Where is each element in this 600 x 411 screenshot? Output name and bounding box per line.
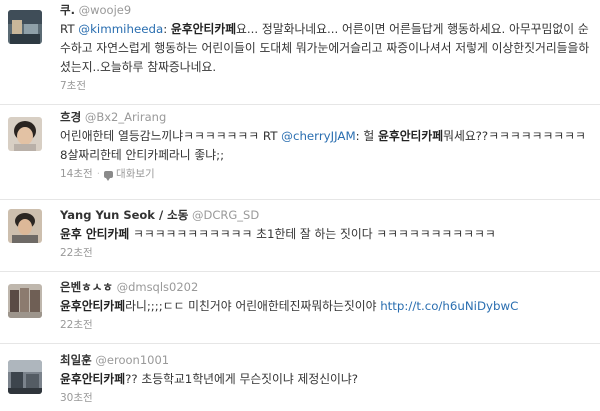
avatar[interactable] (8, 10, 42, 44)
tweet-text: RT @kimmiheeda: 윤후안티카페요... 정말화나네요... 어른이… (60, 20, 592, 77)
user-name[interactable]: 흐경 (60, 110, 81, 124)
avatar[interactable] (8, 360, 42, 394)
user-handle[interactable]: @Bx2_Arirang (85, 110, 166, 124)
tweet-header: Yang Yun Seok / 소동 @DCRG_SD (60, 207, 592, 223)
tweet[interactable]: Yang Yun Seok / 소동 @DCRG_SD 윤후 안티카페 ㅋㅋㅋㅋ… (0, 200, 600, 272)
tweet-meta: 7초전 (60, 79, 592, 93)
keyword-highlight: 윤후 안티카페 (60, 227, 130, 241)
avatar[interactable] (8, 209, 42, 243)
speech-bubble-icon (104, 171, 114, 181)
tweet[interactable]: 최일훈 @eroon1001 윤후안티카페?? 초등학교1학년에게 무슨짓이냐 … (0, 344, 600, 411)
keyword-highlight: 윤후안티카페 (170, 22, 237, 36)
tweet-header: 쿠. @wooje9 (60, 2, 592, 18)
user-name[interactable]: Yang Yun Seok / 소동 (60, 208, 188, 222)
tweet-text-prefix: RT (60, 22, 79, 36)
tweet[interactable]: 쿠. @wooje9 RT @kimmiheeda: 윤후안티카페요... 정말… (0, 0, 600, 105)
user-handle[interactable]: @dmsqls0202 (117, 280, 199, 294)
keyword-highlight: 윤후안티카페 (60, 372, 126, 386)
tweet-text-sep: : (163, 22, 171, 36)
mention-link[interactable]: @kimmiheeda (78, 22, 163, 36)
tweet[interactable]: 은벤ㅎㅅㅎ @dmsqls0202 윤후안티카페라니;;;;ㄷㄷ 미친거야 어린… (0, 272, 600, 344)
user-handle[interactable]: @DCRG_SD (192, 208, 259, 222)
tweet-text-rest: ㅋㅋㅋㅋㅋㅋㅋㅋㅋㅋㅋ 초1한테 잘 하는 짓이다 ㅋㅋㅋㅋㅋㅋㅋㅋㅋㅋㅋ (129, 227, 496, 241)
url-link[interactable]: http://t.co/h6uNiDybwC (380, 299, 518, 313)
tweet-header: 최일훈 @eroon1001 (60, 352, 592, 368)
tweet[interactable]: 흐경 @Bx2_Arirang 어린애한테 열등감느끼냐ㅋㅋㅋㅋㅋㅋㅋ RT @… (0, 105, 600, 200)
tweet-text-rest: ?? 초등학교1학년에게 무슨짓이냐 제정신이냐? (125, 372, 359, 386)
tweet-text: 윤후안티카페라니;;;;ㄷㄷ 미친거야 어린애한테진짜뭐하는짓이야 http:/… (60, 297, 592, 316)
tweet-meta: 22초전 (60, 246, 592, 260)
meta-separator: · (96, 168, 101, 180)
tweet-header: 은벤ㅎㅅㅎ @dmsqls0202 (60, 279, 592, 295)
tweet-text-prefix: 어린애한테 열등감느끼냐ㅋㅋㅋㅋㅋㅋㅋ RT (60, 129, 282, 143)
timestamp[interactable]: 22초전 (60, 247, 93, 259)
user-handle[interactable]: @eroon1001 (95, 353, 169, 367)
timestamp[interactable]: 30초전 (60, 392, 93, 404)
avatar[interactable] (8, 284, 42, 318)
keyword-highlight: 윤후안티카페 (60, 299, 126, 313)
tweet-timeline: 쿠. @wooje9 RT @kimmiheeda: 윤후안티카페요... 정말… (0, 0, 600, 411)
user-name[interactable]: 쿠. (60, 3, 75, 17)
user-name[interactable]: 은벤ㅎㅅㅎ (60, 280, 113, 294)
mention-link[interactable]: @cherryJJAM (281, 129, 356, 143)
timestamp[interactable]: 22초전 (60, 319, 93, 331)
view-conversation-label: 대화보기 (116, 168, 155, 180)
tweet-meta: 30초전 (60, 391, 592, 405)
tweet-text: 어린애한테 열등감느끼냐ㅋㅋㅋㅋㅋㅋㅋ RT @cherryJJAM: 헐 윤후… (60, 127, 592, 165)
timestamp[interactable]: 7초전 (60, 80, 86, 92)
tweet-meta: 14초전 · 대화보기 (60, 167, 592, 181)
user-name[interactable]: 최일훈 (60, 353, 92, 367)
tweet-text-sep: : 헐 (355, 129, 378, 143)
tweet-text-rest: 라니;;;;ㄷㄷ 미친거야 어린애한테진짜뭐하는짓이야 (125, 299, 381, 313)
tweet-text: 윤후안티카페?? 초등학교1학년에게 무슨짓이냐 제정신이냐? (60, 370, 592, 389)
user-handle[interactable]: @wooje9 (79, 3, 132, 17)
tweet-text: 윤후 안티카페 ㅋㅋㅋㅋㅋㅋㅋㅋㅋㅋㅋ 초1한테 잘 하는 짓이다 ㅋㅋㅋㅋㅋㅋ… (60, 225, 592, 244)
avatar[interactable] (8, 117, 42, 151)
timestamp[interactable]: 14초전 (60, 168, 93, 180)
tweet-header: 흐경 @Bx2_Arirang (60, 109, 592, 125)
view-conversation-link[interactable]: 대화보기 (104, 168, 155, 181)
keyword-highlight: 윤후안티카페 (377, 129, 444, 143)
tweet-meta: 22초전 (60, 318, 592, 332)
